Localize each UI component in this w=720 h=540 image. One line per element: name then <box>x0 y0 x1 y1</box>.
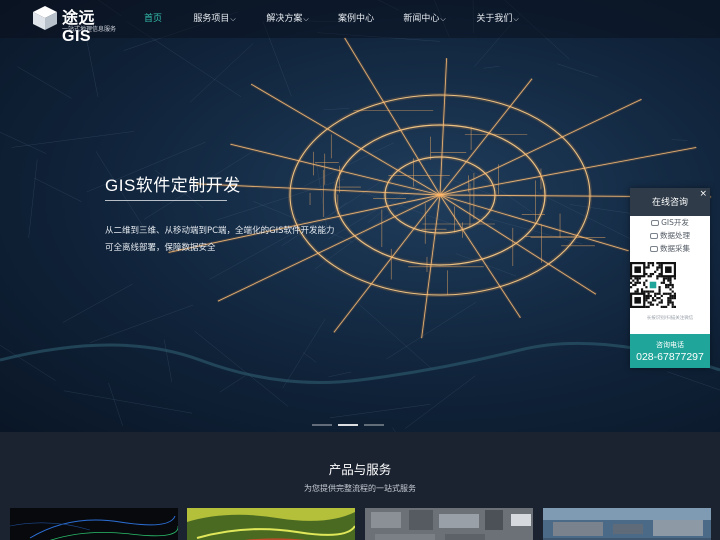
online-consult-panel: 在线咨询 × GIS开发 数据处理 数据采集 长按识别/扫描关注微信 咨询电话 … <box>630 188 710 368</box>
section-title: 产品与服务 <box>328 462 392 477</box>
menu-item-label: 解决方案 <box>266 14 303 24</box>
close-icon[interactable]: × <box>699 179 707 209</box>
chat-bubble-icon <box>650 232 658 239</box>
qr-code-image <box>630 262 676 308</box>
cube-logo-icon <box>33 6 57 30</box>
consult-header: 在线咨询 × <box>630 188 710 216</box>
city-road-map-image <box>0 0 720 432</box>
consult-link-data-collection[interactable]: 数据采集 <box>630 242 710 255</box>
menu-item-cases[interactable]: 案例中心 <box>324 0 388 38</box>
menu-item-label: 新闻中心 <box>403 14 440 24</box>
product-image-4 <box>543 508 711 540</box>
menu-item-services[interactable]: 服务项目⌵ <box>178 0 251 38</box>
section-subtitle: 为您提供完整流程的一站式服务 <box>304 484 416 493</box>
menu-item-about[interactable]: 关于我们⌵ <box>461 0 534 38</box>
consult-phone-box[interactable]: 咨询电话 028-67877297 <box>630 334 710 368</box>
consult-link-data-processing[interactable]: 数据处理 <box>630 229 710 242</box>
logo[interactable]: 途远GIS 一站式地理信息服务 <box>32 4 122 45</box>
hero-description-line-1: 从二维到三维、从移动端到PC端，全端化的GIS软件开发能力 <box>105 226 335 236</box>
chevron-down-icon: ⌵ <box>513 15 519 23</box>
qr-note: 长按识别/扫描关注微信 <box>646 316 694 321</box>
chat-bubble-icon <box>651 219 660 226</box>
products-section: 产品与服务 为您提供完整流程的一站式服务 <box>0 432 720 540</box>
chevron-down-icon: ⌵ <box>303 15 309 23</box>
menu-item-home[interactable]: 首页 <box>128 0 178 38</box>
consult-link-label: 数据处理 <box>660 231 690 240</box>
menu-item-solutions[interactable]: 解决方案⌵ <box>251 0 324 38</box>
hero-divider <box>105 200 227 201</box>
page: GIS软件定制开发 从二维到三维、从移动端到PC端，全端化的GIS软件开发能力 … <box>0 0 720 540</box>
hero-description-line-2: 可全离线部署，保障数据安全 <box>105 243 216 253</box>
menu-item-label: 首页 <box>143 14 162 24</box>
product-card-1[interactable] <box>10 508 178 540</box>
main-menu: 首页 服务项目⌵ 解决方案⌵ 案例中心 新闻中心⌵ 关于我们⌵ <box>128 0 534 38</box>
consult-link-label: 数据采集 <box>660 244 690 253</box>
top-navigation: 途远GIS 一站式地理信息服务 首页 服务项目⌵ 解决方案⌵ 案例中心 新闻中心… <box>0 0 720 45</box>
consult-link-gis-dev[interactable]: GIS开发 <box>630 216 710 229</box>
slide-indicators <box>312 424 384 426</box>
product-card-2[interactable] <box>187 508 355 540</box>
chevron-down-icon: ⌵ <box>440 15 446 23</box>
menu-item-label: 案例中心 <box>337 14 374 24</box>
consult-link-label: GIS开发 <box>661 218 689 227</box>
product-image-3 <box>371 510 531 540</box>
product-card-4[interactable] <box>543 508 711 540</box>
chat-bubble-icon <box>650 245 658 252</box>
chevron-down-icon: ⌵ <box>230 15 236 23</box>
product-image-2 <box>187 508 355 540</box>
logo-subtitle: 一站式地理信息服务 <box>62 26 117 33</box>
product-image-1 <box>10 515 178 540</box>
phone-number: 028-67877297 <box>636 351 704 363</box>
hero-title: GIS软件定制开发 <box>105 176 241 195</box>
product-card-3[interactable] <box>365 508 533 540</box>
hero-banner: GIS软件定制开发 从二维到三维、从移动端到PC端，全端化的GIS软件开发能力 … <box>0 0 720 432</box>
slide-indicator-3[interactable] <box>364 424 384 426</box>
slide-indicator-2[interactable] <box>338 424 358 426</box>
consult-title: 在线咨询 <box>651 198 688 208</box>
menu-item-news[interactable]: 新闻中心⌵ <box>388 0 461 38</box>
slide-indicator-1[interactable] <box>312 424 332 426</box>
menu-item-label: 服务项目 <box>193 14 230 24</box>
menu-item-label: 关于我们 <box>476 14 513 24</box>
phone-label: 咨询电话 <box>656 341 684 349</box>
